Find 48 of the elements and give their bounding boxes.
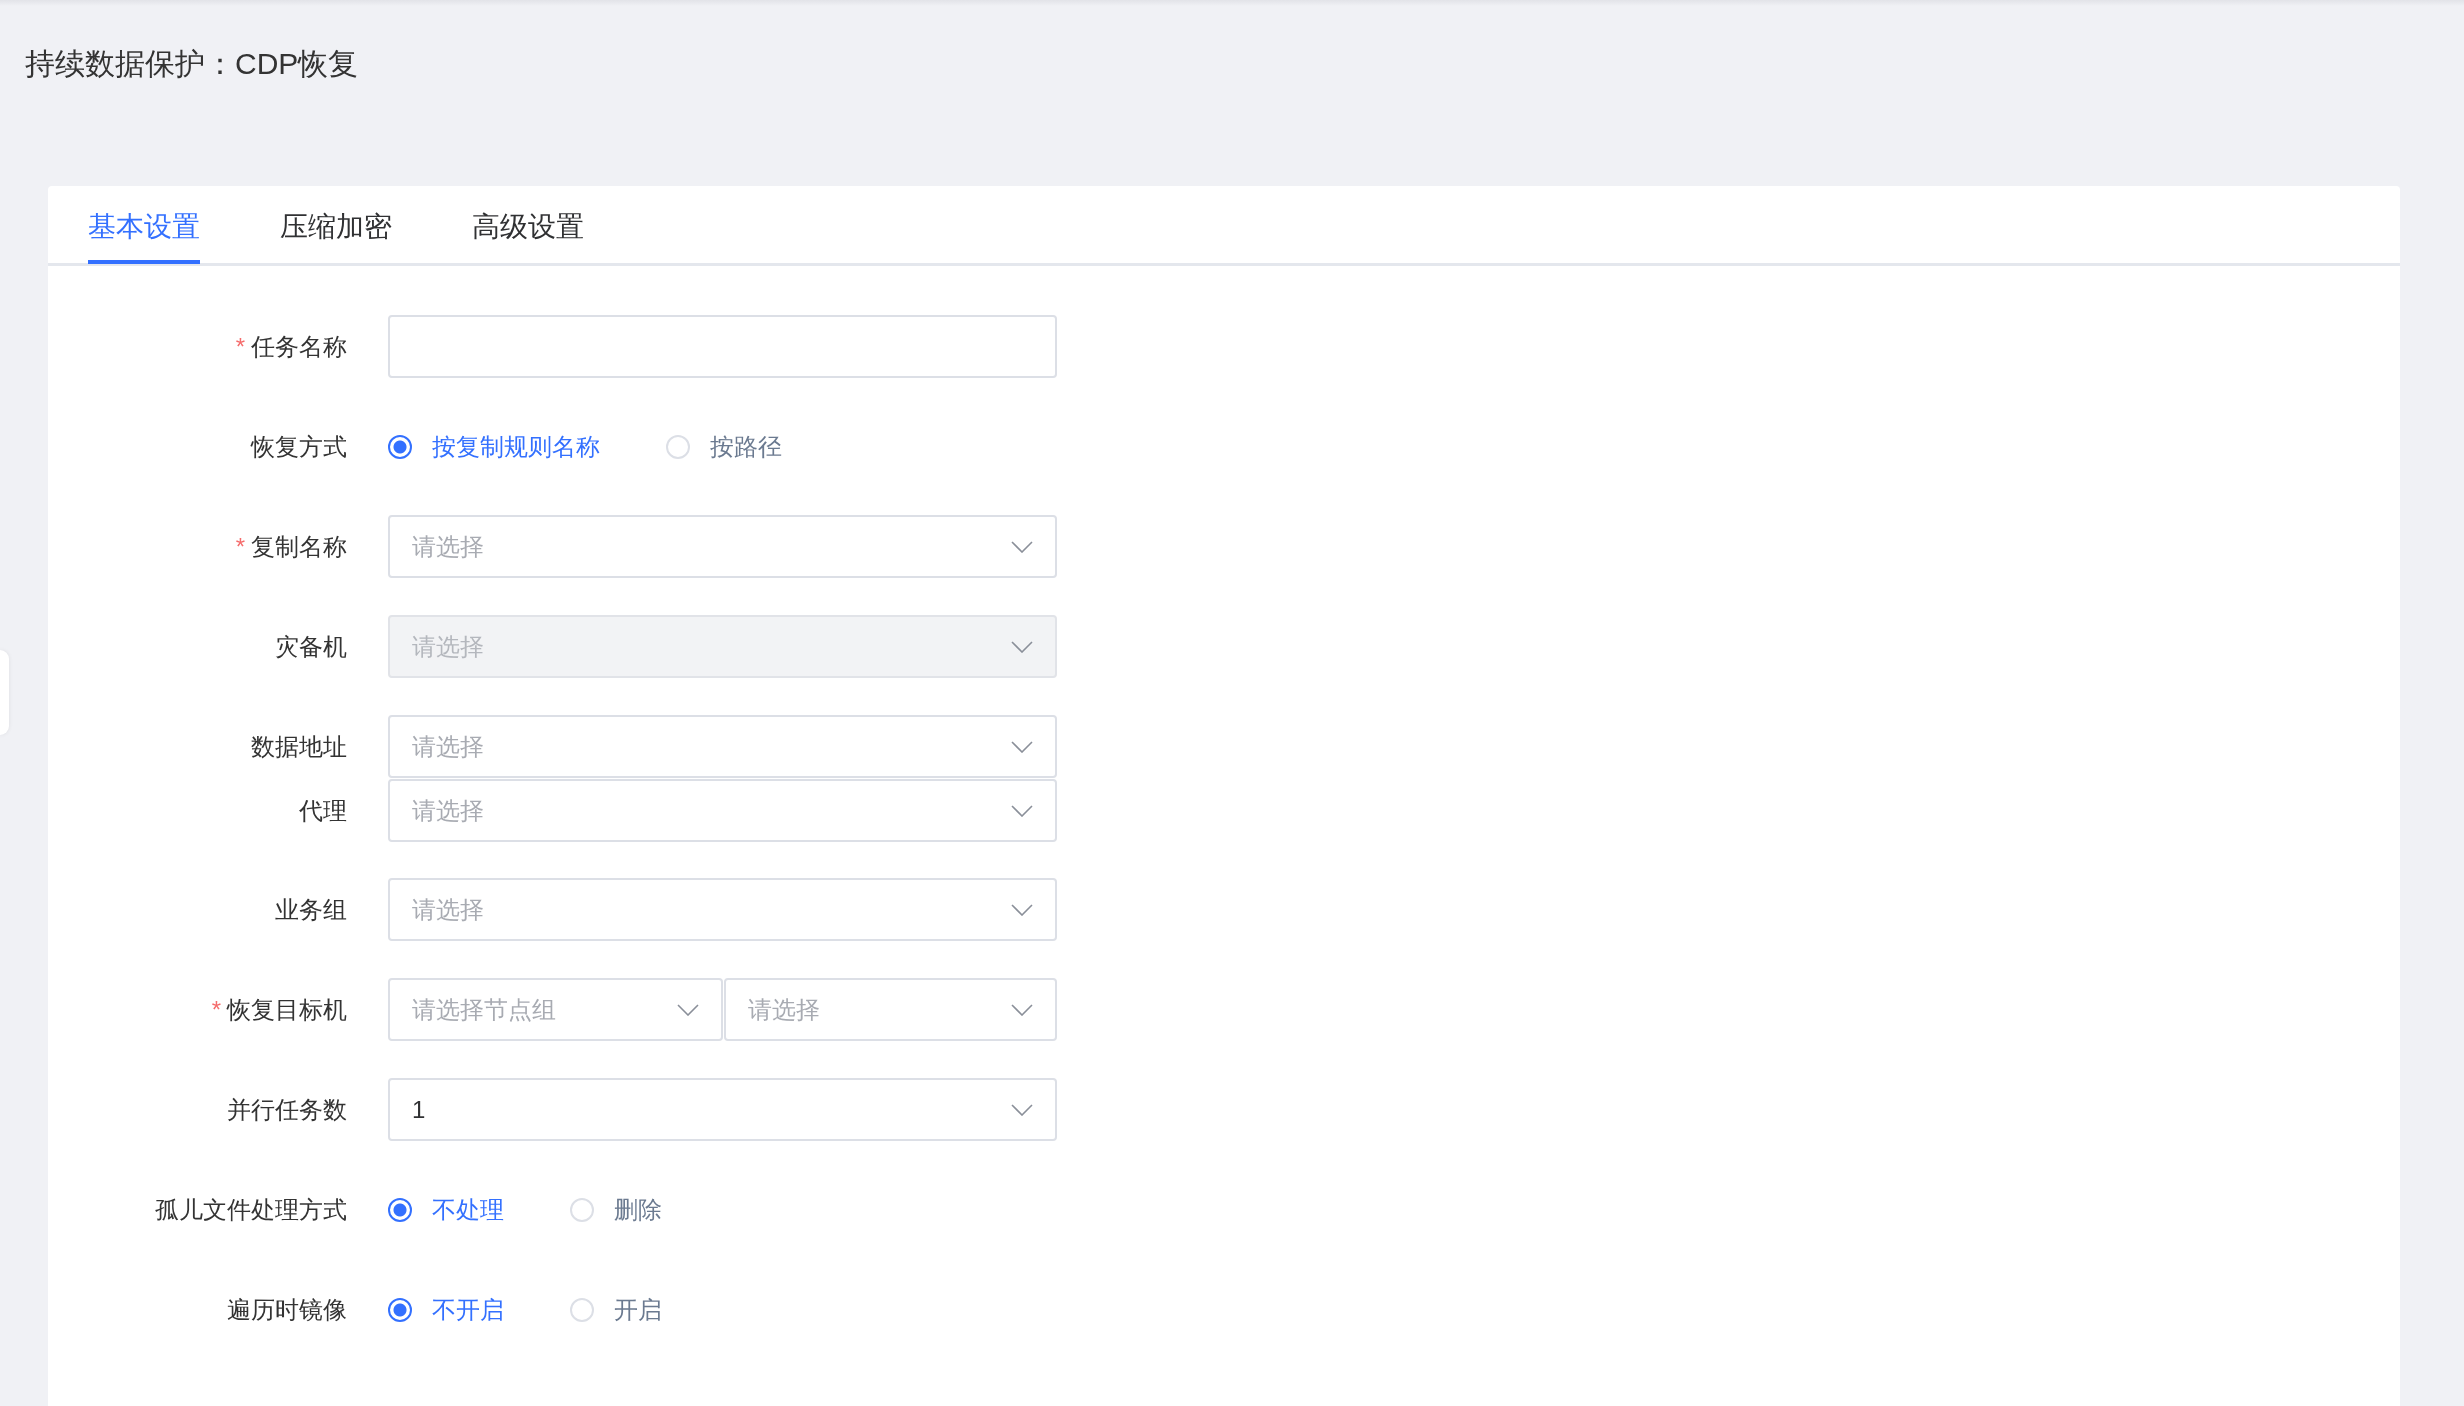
placeholder-text: 请选择节点组 bbox=[412, 994, 556, 1025]
page-title: 持续数据保护：CDP恢复 bbox=[24, 46, 359, 82]
chevron-down-icon bbox=[1011, 1103, 1033, 1116]
field-label: 代理 bbox=[299, 795, 347, 826]
radio-label: 不处理 bbox=[432, 1194, 504, 1225]
select-value: 1 bbox=[412, 1095, 426, 1124]
required-mark: * bbox=[235, 332, 245, 361]
field-label: 灾备机 bbox=[275, 631, 347, 662]
placeholder-text: 请选择 bbox=[412, 531, 484, 562]
select-field[interactable]: 请选择 bbox=[388, 715, 1057, 778]
placeholder-text: 请选择 bbox=[412, 731, 484, 762]
select-field[interactable]: 请选择 bbox=[388, 878, 1057, 941]
field-label: 遍历时镜像 bbox=[227, 1294, 347, 1325]
chevron-down-icon bbox=[1011, 1003, 1033, 1016]
chevron-down-icon bbox=[1011, 740, 1033, 753]
select-field[interactable]: 请选择节点组 bbox=[388, 978, 723, 1041]
radio-label: 按复制规则名称 bbox=[432, 431, 600, 462]
radio-label: 删除 bbox=[614, 1194, 662, 1225]
text-input[interactable] bbox=[388, 315, 1057, 378]
select-field[interactable]: 请选择 bbox=[724, 978, 1057, 1041]
radio-label: 开启 bbox=[614, 1294, 662, 1325]
field-label: 任务名称 bbox=[251, 331, 347, 362]
field-label: 复制名称 bbox=[251, 531, 347, 562]
placeholder-text: 请选择 bbox=[748, 994, 820, 1025]
field-label: 业务组 bbox=[275, 894, 347, 925]
select-field[interactable]: 1 bbox=[388, 1078, 1057, 1141]
chevron-down-icon bbox=[1011, 903, 1033, 916]
radio-label: 不开启 bbox=[432, 1294, 504, 1325]
field-label: 并行任务数 bbox=[227, 1094, 347, 1125]
placeholder-text: 请选择 bbox=[412, 894, 484, 925]
select-field[interactable]: 请选择 bbox=[388, 779, 1057, 842]
chevron-down-icon bbox=[1011, 540, 1033, 553]
chevron-down-icon bbox=[1011, 640, 1033, 653]
required-mark: * bbox=[235, 532, 245, 561]
chevron-down-icon bbox=[1011, 804, 1033, 817]
field-label: 数据地址 bbox=[251, 731, 347, 762]
tab[interactable]: 基本设置 bbox=[88, 186, 200, 264]
field-label: 恢复方式 bbox=[251, 431, 347, 462]
field-label: 恢复目标机 bbox=[227, 994, 347, 1025]
chevron-down-icon bbox=[677, 1003, 699, 1016]
tab[interactable]: 高级设置 bbox=[472, 186, 584, 264]
select-field[interactable]: 请选择 bbox=[388, 515, 1057, 578]
placeholder-text: 请选择 bbox=[412, 795, 484, 826]
radio-label: 按路径 bbox=[710, 431, 782, 462]
tab[interactable]: 压缩加密 bbox=[280, 186, 392, 264]
placeholder-text: 请选择 bbox=[412, 631, 484, 662]
required-mark: * bbox=[211, 995, 221, 1024]
field-label: 孤儿文件处理方式 bbox=[155, 1194, 347, 1225]
